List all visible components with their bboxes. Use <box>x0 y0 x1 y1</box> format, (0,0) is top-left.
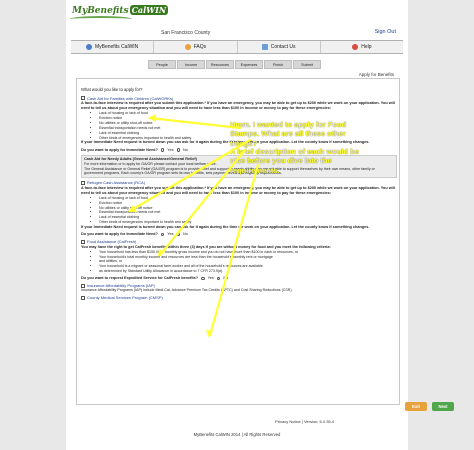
tab-label: Contact Us <box>270 44 296 50</box>
program-cmsp[interactable]: County Medical Services Program (CMSP) <box>81 295 397 300</box>
logo: MyBenefits CalWIN <box>72 5 169 16</box>
sign-out-link[interactable]: Sign Out <box>375 29 396 35</box>
checkbox-iap[interactable] <box>81 283 85 288</box>
checkbox-calworks[interactable] <box>81 96 85 101</box>
need-question: Do you want to apply for Immediate Need? <box>81 232 158 237</box>
footer: MyBenefits CalWIN 2014 | All Rights Rese… <box>193 432 281 437</box>
expedited-question-row: Do you want to request Expedited Service… <box>81 276 397 281</box>
radio-label: No <box>183 147 188 152</box>
radio-label: Yes <box>167 232 174 237</box>
logo-text: MyBenefits <box>72 6 129 16</box>
radio-yes[interactable] <box>160 148 165 152</box>
radio-label: No <box>223 275 229 280</box>
tab-label: Help <box>361 44 372 50</box>
step-finish[interactable]: Finish <box>264 60 292 69</box>
radio-yes[interactable] <box>201 276 205 281</box>
help-icon <box>352 44 359 50</box>
program-title: County Medical Services Program (CMSP) <box>87 295 163 301</box>
checkbox-cmsp[interactable] <box>81 296 85 301</box>
logo-swoosh <box>70 16 132 22</box>
tab-label: MyBenefits CalWIN <box>94 44 139 50</box>
annotation-question: Hmm. I wanted to apply for Food Stamps. … <box>230 120 347 148</box>
checkbox-rca[interactable] <box>81 180 85 185</box>
program-title: Food Assistance (CalFresh) <box>87 239 137 245</box>
section-title: Apply for Benefits <box>358 72 394 77</box>
home-icon <box>85 44 92 50</box>
list-item: as determined by Standard Utility Allowa… <box>99 269 397 274</box>
checkbox-calfresh[interactable] <box>81 239 85 244</box>
step-people[interactable]: People <box>148 60 176 69</box>
next-button[interactable]: Next <box>432 402 454 411</box>
tab-mybenefits[interactable]: MyBenefits CalWIN <box>71 41 155 53</box>
step-income[interactable]: Income <box>177 60 205 69</box>
tab-faqs[interactable]: FAQs <box>154 41 238 53</box>
need-text: If your Immediate Need request is turned… <box>81 224 370 229</box>
emergency-list: Lack of housing or lack of food Eviction… <box>99 196 397 225</box>
need-question-row: Do you want to apply for Immediate Need?… <box>81 232 397 237</box>
radio-label: No <box>183 232 188 237</box>
county-label: San Francisco County <box>161 30 211 36</box>
program-intro: A face-to-face interview is required aft… <box>81 101 395 111</box>
question-icon <box>184 44 191 50</box>
progress-steps: People Income Resources Expenses Finish … <box>148 60 321 69</box>
step-resources[interactable]: Resources <box>206 60 234 69</box>
radio-no[interactable] <box>216 276 221 281</box>
tab-label: FAQs <box>193 44 207 50</box>
radio-yes[interactable] <box>160 232 165 237</box>
program-intro: A face-to-face interview is required aft… <box>81 185 395 195</box>
tab-contact-us[interactable]: Contact Us <box>238 41 321 53</box>
radio-label: Yes <box>167 147 174 152</box>
radio-label: Yes <box>207 275 214 280</box>
program-title: Refugee Cash Assistance (RCA) <box>87 180 146 186</box>
header: MyBenefits CalWIN San Francisco County Si… <box>66 0 408 38</box>
step-submit[interactable]: Submit <box>293 60 321 69</box>
form-question: What would you like to apply for? <box>81 87 143 92</box>
tab-help[interactable]: Help <box>321 41 403 53</box>
main-nav: MyBenefits CalWIN FAQs Contact Us Help <box>71 40 403 54</box>
program-intro: Insurance Affordability Programs (IAP) i… <box>81 288 293 293</box>
privacy-version[interactable]: Privacy Notice | Version: 6.0.35.4 <box>275 419 334 424</box>
page-container: MyBenefits CalWIN San Francisco County Si… <box>66 0 454 450</box>
need-question: Do you want to apply for Immediate Need? <box>81 147 158 152</box>
mail-icon <box>261 44 268 50</box>
expedited-question: Do you want to request Expedited Service… <box>81 275 199 280</box>
radio-no[interactable] <box>176 148 180 152</box>
exit-button[interactable]: Exit <box>405 402 427 411</box>
logo-badge: CalWIN <box>129 5 169 15</box>
criteria-list: Your household has less than $150.00 in … <box>99 250 397 274</box>
step-expenses[interactable]: Expenses <box>235 60 263 69</box>
radio-no[interactable] <box>176 232 180 237</box>
annotation-suggestion: A brief description of each would be nic… <box>230 147 359 175</box>
